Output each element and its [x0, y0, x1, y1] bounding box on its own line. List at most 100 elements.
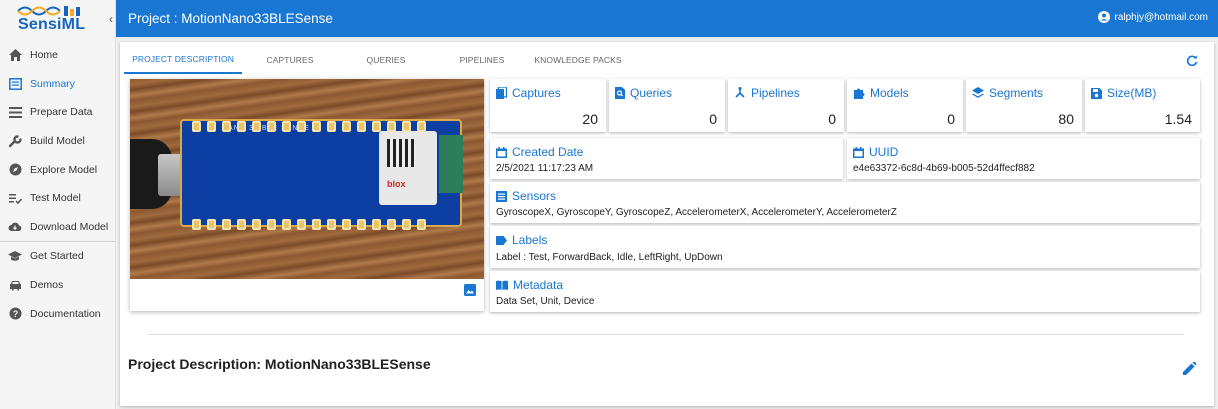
- captures-card[interactable]: Captures 20: [490, 79, 606, 132]
- label-tag-icon: [496, 235, 507, 245]
- project-description-title: Project Description: MotionNano33BLESens…: [128, 356, 431, 372]
- pencil-icon: [1183, 361, 1197, 375]
- sensors-icon: [496, 190, 507, 202]
- sidebar-item-download-model[interactable]: Download Model: [0, 213, 115, 242]
- layers-icon: [972, 87, 984, 98]
- header-pins-bottom: [192, 219, 426, 230]
- labels-label: Labels: [512, 233, 548, 247]
- car-icon: [8, 278, 22, 292]
- calendar-icon: [496, 146, 507, 158]
- sidebar: SensiML ‹ Home Summary Prepare Data Buil…: [0, 0, 116, 409]
- board-component: [439, 135, 463, 193]
- created-date-value: 2/5/2021 11:17:23 AM: [496, 163, 594, 174]
- refresh-button[interactable]: [1186, 54, 1198, 72]
- sidebar-item-get-started[interactable]: Get Started: [0, 242, 115, 271]
- change-image-button[interactable]: [464, 283, 476, 301]
- uuid-card: UUID e4e63372-6c8d-4b69-b005-52d4ffecf88…: [847, 138, 1200, 179]
- tab-captures[interactable]: CAPTURES: [242, 46, 338, 74]
- user-email: ralphjy@hotmail.com: [1114, 11, 1208, 23]
- metadata-label: Metadata: [513, 278, 564, 292]
- pipeline-icon: [735, 87, 745, 98]
- graduation-cap-icon: [8, 249, 22, 263]
- tab-bar: PROJECT DESCRIPTION CAPTURES QUERIES PIP…: [124, 46, 626, 74]
- sidebar-item-label: Prepare Data: [30, 106, 93, 119]
- queries-card[interactable]: Queries 0: [609, 79, 725, 132]
- segments-value: 80: [1058, 111, 1074, 127]
- created-date-label: Created Date: [512, 145, 584, 159]
- copy-icon: [496, 87, 507, 99]
- sidebar-item-label: Home: [30, 49, 59, 62]
- pipelines-label: Pipelines: [751, 86, 800, 100]
- collapse-sidebar-button[interactable]: ‹: [109, 12, 113, 26]
- sidebar-item-label: Demos: [30, 279, 64, 292]
- sidebar-item-build-model[interactable]: Build Model: [0, 127, 115, 156]
- segments-card[interactable]: Segments 80: [966, 79, 1082, 132]
- tab-knowledge-packs[interactable]: KNOWLEDGE PACKS: [530, 46, 626, 74]
- arduino-board: NANO 33 BLE SENSE blox: [180, 119, 463, 227]
- save-icon: [1091, 87, 1102, 99]
- logo-text: SensiML: [18, 15, 86, 33]
- header-pins-top: [192, 121, 426, 132]
- logo[interactable]: SensiML ‹: [0, 0, 115, 37]
- sidebar-item-documentation[interactable]: ? Documentation: [0, 299, 115, 328]
- models-card[interactable]: Models 0: [847, 79, 963, 132]
- size-value: 1.54: [1164, 111, 1192, 127]
- list-icon: [8, 105, 22, 119]
- sidebar-item-demos[interactable]: Demos: [0, 271, 115, 300]
- project-image-card: NANO 33 BLE SENSE blox: [130, 79, 484, 311]
- sidebar-item-label: Download Model: [30, 220, 109, 233]
- metadata-card: Metadata Data Set, Unit, Device: [490, 271, 1200, 312]
- home-icon: [8, 48, 22, 62]
- project-photo: NANO 33 BLE SENSE blox: [130, 79, 484, 279]
- main-panel: PROJECT DESCRIPTION CAPTURES QUERIES PIP…: [120, 42, 1214, 406]
- module-brand: blox: [387, 179, 406, 189]
- uuid-label: UUID: [869, 145, 899, 159]
- sidebar-item-home[interactable]: Home: [0, 41, 115, 70]
- svg-text:?: ?: [12, 309, 18, 319]
- models-label: Models: [870, 86, 909, 100]
- sidebar-item-label: Get Started: [30, 250, 84, 263]
- queries-label: Queries: [630, 86, 673, 100]
- sidebar-item-test-model[interactable]: Test Model: [0, 184, 115, 213]
- models-value: 0: [947, 111, 955, 127]
- edit-description-button[interactable]: [1183, 361, 1197, 380]
- calendar-icon: [853, 146, 864, 158]
- checklist-icon: [8, 191, 22, 205]
- help-icon: ?: [8, 307, 22, 321]
- size-card[interactable]: Size(MB) 1.54: [1085, 79, 1200, 132]
- tab-project-description[interactable]: PROJECT DESCRIPTION: [124, 46, 242, 74]
- sidebar-nav: Home Summary Prepare Data Build Model Ex…: [0, 41, 115, 328]
- tab-queries[interactable]: QUERIES: [338, 46, 434, 74]
- sidebar-item-summary[interactable]: Summary: [0, 70, 115, 99]
- sensors-label: Sensors: [512, 189, 557, 203]
- pipelines-card[interactable]: Pipelines 0: [728, 79, 844, 132]
- book-icon: [496, 280, 508, 290]
- sidebar-item-label: Build Model: [30, 135, 85, 148]
- wrench-icon: [8, 134, 22, 148]
- sensors-value: GyroscopeX, GyroscopeY, GyroscopeZ, Acce…: [496, 207, 897, 218]
- sidebar-item-label: Documentation: [30, 307, 101, 320]
- sidebar-item-explore-model[interactable]: Explore Model: [0, 155, 115, 184]
- sidebar-item-prepare-data[interactable]: Prepare Data: [0, 98, 115, 127]
- sensors-card: Sensors GyroscopeX, GyroscopeY, Gyroscop…: [490, 182, 1200, 223]
- summary-icon: [8, 77, 22, 91]
- size-label: Size(MB): [1107, 86, 1157, 100]
- queries-value: 0: [709, 111, 717, 127]
- tab-pipelines[interactable]: PIPELINES: [434, 46, 530, 74]
- project-title: Project : MotionNano33BLESense: [128, 11, 333, 26]
- metadata-value: Data Set, Unit, Device: [496, 296, 595, 307]
- sidebar-item-label: Test Model: [30, 192, 81, 205]
- labels-card: Labels Label : Test, ForwardBack, Idle, …: [490, 226, 1200, 268]
- user-account[interactable]: ralphjy@hotmail.com: [1098, 11, 1208, 23]
- compass-icon: [8, 163, 22, 177]
- puzzle-icon: [854, 88, 865, 99]
- sensiml-logo: SensiML: [14, 2, 86, 36]
- qr-code: [387, 139, 415, 167]
- captures-value: 20: [582, 111, 598, 127]
- refresh-icon: [1186, 55, 1198, 67]
- uuid-value: e4e63372-6c8d-4b69-b005-52d4ffecf882: [853, 163, 1035, 174]
- account-circle-icon: [1098, 11, 1111, 23]
- image-icon: [464, 284, 476, 296]
- sidebar-item-label: Explore Model: [30, 163, 98, 176]
- segments-label: Segments: [989, 86, 1044, 100]
